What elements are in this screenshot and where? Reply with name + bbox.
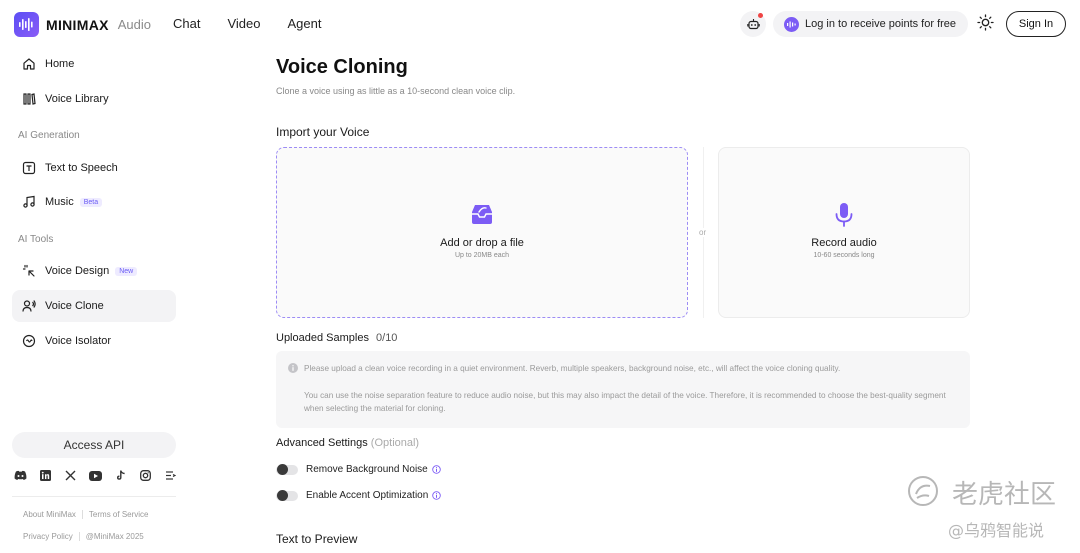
robot-icon <box>746 18 760 29</box>
tiktok-icon[interactable] <box>114 469 127 482</box>
x-icon[interactable] <box>64 469 77 482</box>
brand-name: MINIMAX <box>46 16 109 33</box>
section-ai-tools: AI Tools <box>18 234 54 245</box>
nav-agent[interactable]: Agent <box>287 16 321 31</box>
sidebar-item-text-to-speech[interactable]: Text to Speech <box>12 152 176 184</box>
accent-optimization-switch[interactable] <box>276 489 298 501</box>
library-icon <box>21 91 37 107</box>
text-to-preview-title: Text to Preview <box>276 532 358 546</box>
nav-chat[interactable]: Chat <box>173 16 200 31</box>
sign-in-button[interactable]: Sign In <box>1006 11 1066 37</box>
sidebar-item-label: Music <box>45 196 74 208</box>
terms-link[interactable]: Terms of Service <box>89 510 149 519</box>
sidebar: Home Voice Library AI Generation Text to… <box>0 48 186 553</box>
sidebar-item-label: Voice Design <box>45 265 110 277</box>
top-header: MINIMAX Audio Chat Video Agent Log in to… <box>0 0 1080 48</box>
upload-title: Add or drop a file <box>440 237 524 249</box>
music-note-icon <box>21 194 37 210</box>
discord-icon[interactable] <box>14 469 27 482</box>
isolator-icon <box>21 333 37 349</box>
notice-text-1: Please upload a clean voice recording in… <box>304 364 841 373</box>
sidebar-item-label: Home <box>45 58 75 70</box>
privacy-link[interactable]: Privacy Policy <box>23 532 73 541</box>
record-audio-card[interactable]: Record audio 10-60 seconds long <box>718 147 970 318</box>
new-badge: New <box>115 266 138 276</box>
about-link[interactable]: About MiniMax <box>23 510 76 519</box>
toggle-remove-background-noise: Remove Background Noise <box>276 463 441 475</box>
uploaded-samples-count: 0/10 <box>376 332 398 344</box>
waveform-logo-icon <box>14 12 39 37</box>
sparkle-cursor-icon <box>21 263 37 279</box>
rednote-icon[interactable] <box>164 469 177 482</box>
sun-icon <box>977 14 994 31</box>
sidebar-item-music[interactable]: Music Beta <box>12 186 176 218</box>
upload-notice: Please upload a clean voice recording in… <box>276 351 970 428</box>
watermark-handle: @乌鸦智能说 <box>948 521 1045 540</box>
nav-video[interactable]: Video <box>227 16 260 31</box>
theme-toggle[interactable] <box>977 14 994 36</box>
record-hint: 10-60 seconds long <box>813 252 875 259</box>
upload-dropzone[interactable]: Add or drop a file Up to 20MB each <box>276 147 688 318</box>
youtube-icon[interactable] <box>89 469 102 482</box>
waveform-badge-icon <box>784 16 799 32</box>
record-title: Record audio <box>811 237 877 249</box>
sidebar-item-voice-design[interactable]: Voice Design New <box>12 255 176 287</box>
page-subtitle: Clone a voice using as little as a 10-se… <box>276 86 516 96</box>
beta-badge: Beta <box>79 197 103 207</box>
watermark-logo-icon <box>908 476 938 506</box>
sidebar-item-label: Text to Speech <box>45 162 118 174</box>
social-links <box>14 469 177 482</box>
page-title: Voice Cloning <box>276 56 408 78</box>
copyright-text: @MiniMax 2025 <box>85 532 144 541</box>
advanced-optional-label: (Optional) <box>370 437 420 449</box>
accent-optimization-label: Enable Accent Optimization <box>306 490 429 501</box>
info-circle-icon <box>288 363 298 373</box>
advanced-settings-label: Advanced Settings <box>276 437 368 449</box>
voice-clone-icon <box>21 298 37 314</box>
advanced-settings-title: Advanced Settings (Optional) <box>276 437 419 449</box>
microphone-icon <box>835 203 853 227</box>
info-icon[interactable] <box>432 491 442 500</box>
product-name: Audio <box>117 17 152 32</box>
home-icon <box>21 56 37 72</box>
text-to-speech-icon <box>21 160 37 176</box>
remove-noise-label: Remove Background Noise <box>306 464 428 475</box>
sidebar-divider <box>12 496 176 497</box>
notice-text-2: You can use the noise separation feature… <box>304 391 946 413</box>
toggle-accent-optimization: Enable Accent Optimization <box>276 489 442 501</box>
inbox-upload-icon <box>472 205 492 224</box>
or-label: or <box>697 228 709 237</box>
footer-links-row-2: Privacy Policy @MiniMax 2025 <box>23 532 144 542</box>
footer-links-row-1: About MiniMax Terms of Service <box>23 510 149 520</box>
uploaded-samples-label: Uploaded Samples <box>276 332 369 344</box>
access-api-button[interactable]: Access API <box>12 432 176 458</box>
section-ai-generation: AI Generation <box>18 130 80 141</box>
top-nav: Chat Video Agent <box>173 16 348 31</box>
sidebar-item-voice-isolator[interactable]: Voice Isolator <box>12 325 176 357</box>
linkedin-icon[interactable] <box>39 469 52 482</box>
watermark-text: 老虎社区 <box>952 480 1057 510</box>
import-voice-title: Import your Voice <box>276 125 370 139</box>
sidebar-item-voice-library[interactable]: Voice Library <box>12 83 176 115</box>
login-promo-button[interactable]: Log in to receive points for free <box>773 11 968 37</box>
brand-logo[interactable]: MINIMAX Audio <box>14 12 151 37</box>
sidebar-item-label: Voice Clone <box>45 300 104 312</box>
notification-dot <box>758 13 763 18</box>
upload-hint: Up to 20MB each <box>454 252 510 259</box>
info-icon[interactable] <box>431 465 441 474</box>
sidebar-item-label: Voice Isolator <box>45 335 112 347</box>
assistant-button[interactable] <box>740 11 766 37</box>
sidebar-item-home[interactable]: Home <box>12 48 176 80</box>
uploaded-samples-title: Uploaded Samples 0/10 <box>276 332 397 344</box>
remove-noise-switch[interactable] <box>276 463 298 475</box>
instagram-icon[interactable] <box>139 469 152 482</box>
sidebar-item-voice-clone[interactable]: Voice Clone <box>12 290 176 322</box>
sidebar-item-label: Voice Library <box>45 93 109 105</box>
login-promo-text: Log in to receive points for free <box>805 18 957 30</box>
